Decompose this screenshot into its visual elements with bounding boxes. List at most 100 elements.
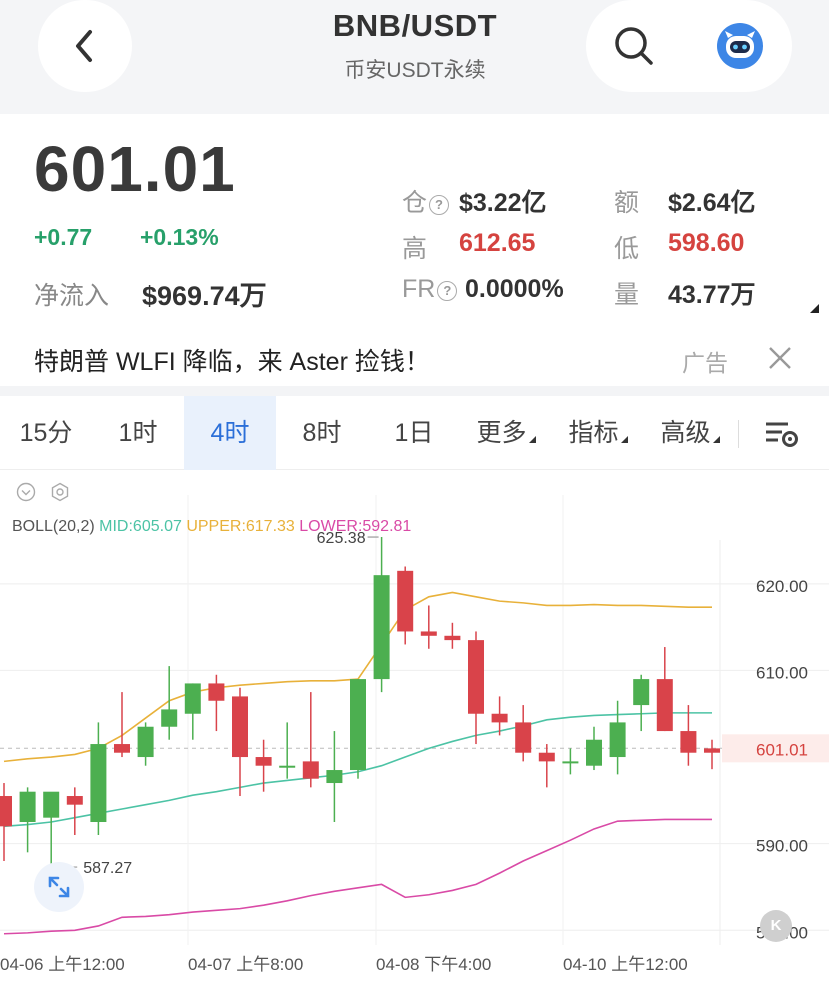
funding-rate-label[interactable]: FR? [402, 275, 458, 304]
candle-body [232, 696, 248, 758]
candle [444, 622, 461, 649]
tab-4h[interactable]: 4时 [184, 396, 276, 470]
candle-body [656, 679, 673, 732]
candle-body [279, 765, 296, 768]
tab-advanced[interactable]: 高级 [644, 396, 736, 470]
candle-body [19, 791, 36, 823]
high-value: 612.65 [459, 229, 536, 257]
candlestick-chart[interactable]: 620.00610.00590.00580.00601.01625.38587.… [0, 470, 829, 985]
candle [0, 783, 12, 861]
info-icon[interactable]: ? [437, 281, 458, 301]
candle [468, 631, 484, 745]
candle [586, 726, 602, 771]
search-icon[interactable] [612, 24, 656, 68]
candle [208, 674, 225, 732]
chart-grid [0, 495, 829, 945]
candle [656, 647, 673, 732]
candle [326, 731, 343, 823]
candle-body [326, 770, 343, 784]
price-change: +0.77 [34, 224, 93, 250]
ad-tag: 广告 [682, 350, 728, 376]
open-interest-label[interactable]: 仓? [402, 183, 450, 219]
candle-body [538, 752, 555, 762]
dropdown-icon [712, 436, 720, 443]
netflow-value: $969.74万 [142, 281, 267, 311]
min-price-label: 587.27 [83, 860, 132, 877]
candle [680, 705, 697, 766]
tab-1d[interactable]: 1日 [368, 396, 460, 470]
candle-body [0, 796, 12, 827]
candle [90, 722, 107, 835]
candle-body [633, 679, 650, 706]
tab-more[interactable]: 更多 [460, 396, 552, 470]
candle-body [208, 683, 225, 701]
candle-body [468, 640, 484, 714]
candle [704, 739, 720, 770]
candle-body [680, 731, 697, 753]
toolbar-pill [586, 0, 792, 92]
tab-divider [738, 420, 739, 448]
last-price: 601.01 [34, 133, 236, 205]
robot-icon[interactable] [716, 22, 764, 70]
dropdown-icon [528, 436, 536, 443]
info-icon[interactable]: ? [429, 195, 450, 215]
candle [397, 566, 414, 645]
candle-body [373, 575, 390, 680]
x-tick-label: 04-08 下午4:00 [376, 955, 491, 974]
candle-body [184, 683, 201, 714]
candle [161, 666, 178, 740]
chart-settings-icon[interactable] [764, 418, 800, 450]
volume-label: 量 [614, 281, 640, 309]
candles [0, 537, 720, 868]
candle-body [114, 744, 130, 753]
expand-corner-icon[interactable] [810, 304, 819, 313]
tab-8h[interactable]: 8时 [276, 396, 368, 470]
candle [66, 787, 83, 835]
turnover-label: 额 [614, 189, 640, 217]
close-icon[interactable] [764, 342, 796, 374]
candle-body [43, 791, 60, 818]
ad-banner-text[interactable]: 特朗普 WLFI 降临，来 Aster 捡钱！ [34, 342, 430, 378]
candle-body [397, 570, 414, 632]
funding-rate-value: 0.0000% [465, 275, 564, 303]
boll-legend: BOLL(20,2) MID:605.07 UPPER:617.33 LOWER… [12, 518, 411, 535]
candle-body [90, 744, 107, 823]
candle-body [704, 748, 720, 753]
x-tick-label: 04-07 上午8:00 [188, 955, 303, 974]
candle-body [302, 761, 319, 779]
chevron-left-icon [76, 30, 92, 62]
turnover-value: $2.64亿 [668, 189, 756, 217]
tab-1h[interactable]: 1时 [92, 396, 184, 470]
interval-tabs: 15分 1时 4时 8时 1日 更多 指标 高级 [0, 396, 829, 470]
candle-body [161, 709, 178, 727]
back-button[interactable] [38, 0, 132, 92]
y-tick-label: 620.00 [756, 577, 808, 596]
candle-body [609, 722, 626, 758]
candle [562, 748, 579, 775]
k-badge-icon[interactable]: K [760, 910, 792, 942]
candle-body [255, 757, 272, 766]
candle [19, 787, 36, 853]
tab-15m[interactable]: 15分 [0, 396, 92, 470]
fullscreen-button[interactable] [34, 862, 84, 912]
candle [43, 791, 60, 868]
candle-body [420, 631, 437, 636]
x-tick-label: 04-06 上午12:00 [0, 955, 125, 974]
tab-indicators[interactable]: 指标 [552, 396, 644, 470]
candle-body [444, 635, 461, 641]
candle [184, 683, 201, 740]
candle-body [515, 722, 532, 753]
candle [350, 679, 366, 779]
candle-body [137, 726, 154, 758]
title-block[interactable]: BNB/USDT 币安USDT永续 [200, 8, 630, 84]
candle-body [562, 761, 579, 764]
section-divider [0, 386, 829, 396]
candle-body [491, 713, 508, 723]
candle [114, 692, 130, 758]
candle [609, 700, 626, 775]
candle [538, 744, 555, 788]
y-tick-label: 610.00 [756, 663, 808, 682]
pair-title: BNB/USDT [332, 8, 498, 43]
candle [420, 605, 437, 649]
current-price-label: 601.01 [756, 740, 808, 759]
